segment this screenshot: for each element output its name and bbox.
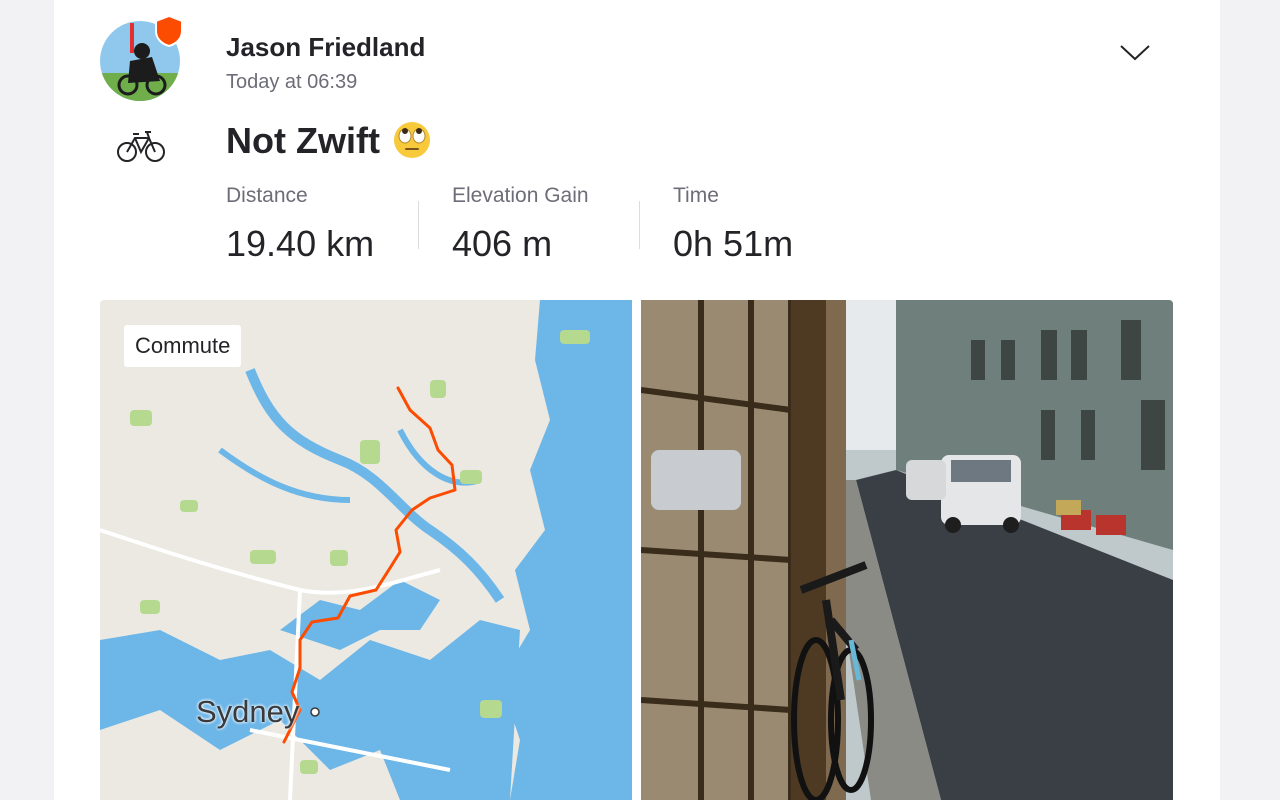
stat-divider (418, 201, 419, 249)
stat-label: Time (673, 184, 719, 207)
activity-timestamp: Today at 06:39 (226, 71, 358, 93)
activity-title[interactable]: Not Zwift (226, 120, 380, 162)
route-map[interactable]: Commute Sydney (100, 300, 632, 800)
activity-card: Jason Friedland Today at 06:39 Not Zwift (54, 0, 1220, 800)
stat-divider (639, 201, 640, 249)
stat-value: 406 m (452, 223, 553, 264)
athlete-name[interactable]: Jason Friedland (226, 32, 425, 63)
stat-time: Time 0h 51m (673, 184, 793, 265)
activity-photo[interactable] (641, 300, 1173, 800)
stat-label: Elevation Gain (452, 184, 589, 207)
chevron-down-icon[interactable] (1118, 40, 1152, 64)
stat-value: 0h 51m (673, 223, 794, 264)
map-city-label: Sydney (196, 694, 300, 729)
bicycle-icon (116, 128, 166, 164)
stat-label: Distance (226, 184, 308, 207)
stat-elevation-gain: Elevation Gain 406 m (452, 184, 589, 265)
subscriber-badge-icon (154, 14, 184, 48)
rolling-eyes-emoji-icon (392, 120, 432, 160)
commute-tag: Commute (124, 325, 242, 367)
stat-value: 19.40 km (226, 223, 375, 264)
stat-distance: Distance 19.40 km (226, 184, 374, 265)
